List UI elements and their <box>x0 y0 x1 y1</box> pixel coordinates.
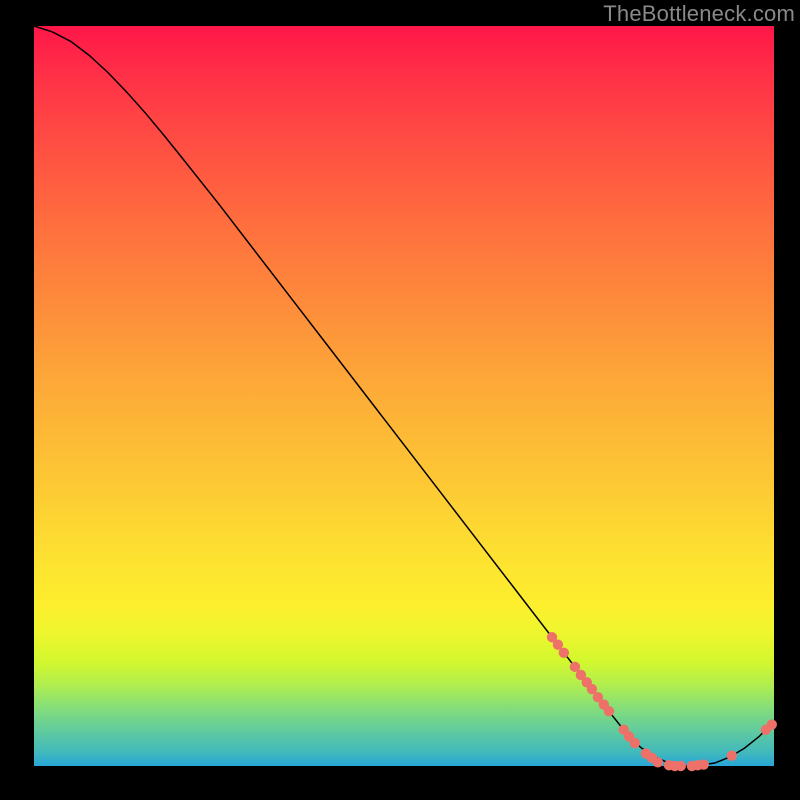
curve-marker <box>699 759 709 769</box>
curve-marker <box>727 750 737 760</box>
chart-stage: TheBottleneck.com <box>0 0 800 800</box>
plot-area <box>34 26 774 766</box>
curve-marker <box>676 761 686 771</box>
bottleneck-curve <box>34 26 774 766</box>
curve-layer <box>34 26 774 766</box>
curve-marker <box>767 719 777 729</box>
watermark-text: TheBottleneck.com <box>603 1 795 27</box>
curve-markers <box>547 632 777 771</box>
curve-marker <box>653 757 663 767</box>
curve-marker <box>559 648 569 658</box>
curve-marker <box>630 738 640 748</box>
curve-marker <box>604 706 614 716</box>
